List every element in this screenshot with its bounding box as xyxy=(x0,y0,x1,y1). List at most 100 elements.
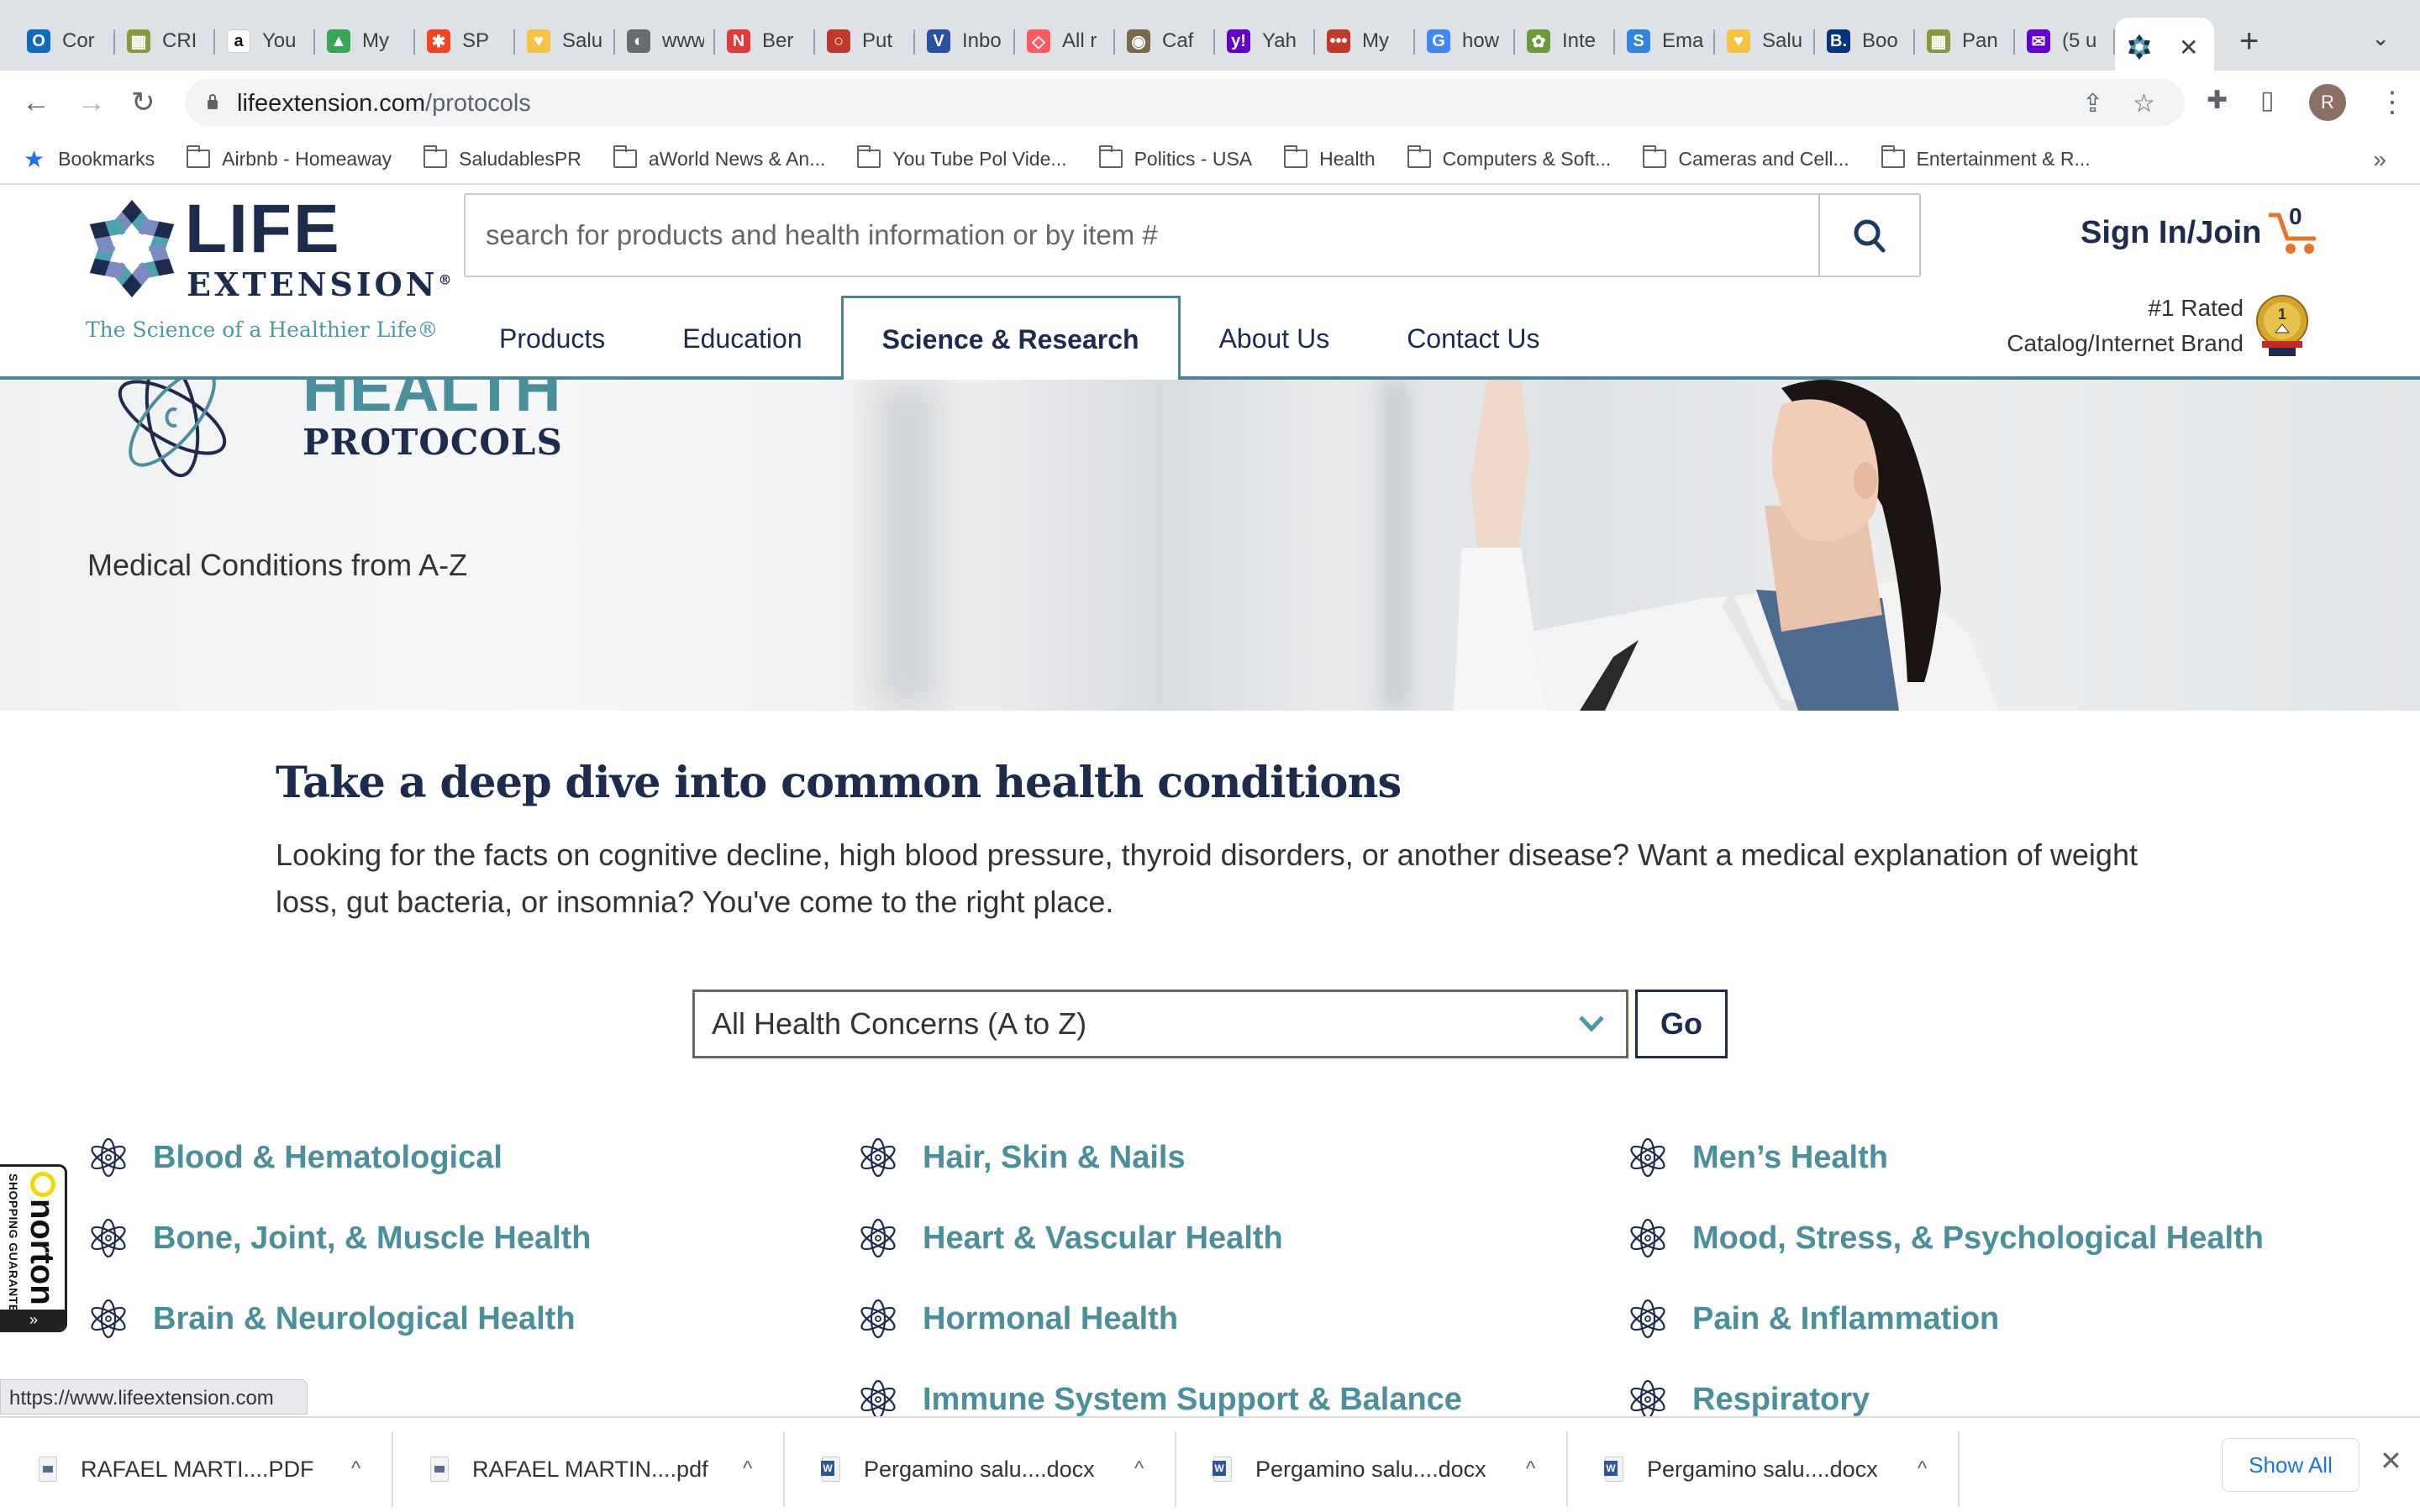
browser-tab[interactable]: ▲ My xyxy=(315,18,415,65)
close-download-bar-icon[interactable]: ✕ xyxy=(2380,1445,2402,1477)
lastpass-icon: ••• xyxy=(1327,29,1350,53)
logo-registered-mark: ® xyxy=(438,271,455,288)
download-bar: Show All ✕ RAFAEL MARTI....PDF ^ RAFAEL MA… xyxy=(0,1416,2420,1512)
forward-button[interactable]: → xyxy=(77,86,106,119)
download-item[interactable]: Pergamino salu....docx ^ xyxy=(1566,1431,1960,1507)
tab-title: (5 u xyxy=(2062,29,2097,52)
category-link[interactable]: Hormonal Health xyxy=(857,1294,1178,1344)
browser-tab[interactable]: ▦ CRI xyxy=(115,18,215,65)
word-file-icon xyxy=(1213,1457,1232,1482)
bookmark-label: Computers & Soft... xyxy=(1442,147,1612,170)
extensions-puzzle-icon[interactable]: ✚ xyxy=(2207,86,2228,115)
bookmark-folder[interactable]: Politics - USA xyxy=(1098,145,1252,171)
bookmark-star-icon[interactable]: ☆ xyxy=(2133,89,2155,118)
search-button[interactable] xyxy=(1818,195,1919,276)
tab-search-button[interactable]: ⌄ xyxy=(2371,25,2390,51)
reload-button[interactable]: ↻ xyxy=(131,86,155,119)
bookmark-folder[interactable]: Airbnb - Homeaway xyxy=(187,145,392,171)
browser-tab-strip: O Cor ▦ CRI a You ▲ My ✱ SP ♥ Salu ◐ www N Ber ○ Put V Inbo… xyxy=(0,0,2420,76)
download-item[interactable]: RAFAEL MARTIN....pdf ^ xyxy=(392,1431,785,1507)
address-bar[interactable]: lifeextension.com/protocols ⇪ ☆ xyxy=(185,79,2185,126)
browser-tab[interactable]: ♥ Salu xyxy=(515,18,615,65)
category-link[interactable]: Men’s Health xyxy=(1627,1132,1888,1183)
download-options-caret-icon[interactable]: ^ xyxy=(1918,1457,1927,1481)
airbnb-icon: ◇ xyxy=(1027,29,1050,53)
browser-tab[interactable]: S Ema xyxy=(1615,18,1715,65)
norton-expand-icon[interactable]: » xyxy=(0,1310,65,1330)
nav-education[interactable]: Education xyxy=(644,297,840,380)
browser-tab[interactable]: ✉ (5 u xyxy=(2015,18,2115,65)
tab-title: My xyxy=(1362,29,1389,52)
category-link[interactable]: Mood, Stress, & Psychological Health xyxy=(1627,1213,2264,1263)
browser-tab[interactable]: y! Yah xyxy=(1215,18,1315,65)
side-panel-icon[interactable]: ▯ xyxy=(2260,86,2275,115)
norton-check-icon xyxy=(30,1172,55,1197)
download-options-caret-icon[interactable]: ^ xyxy=(743,1457,752,1481)
browser-tab[interactable]: N Ber xyxy=(715,18,815,65)
bookmark-folder[interactable]: Computers & Soft... xyxy=(1407,145,1612,171)
category-link[interactable]: Pain & Inflammation xyxy=(1627,1294,1999,1344)
hero-background-blur xyxy=(1378,380,1412,711)
download-options-caret-icon[interactable]: ^ xyxy=(351,1457,360,1481)
browser-tab[interactable]: V Inbo xyxy=(915,18,1015,65)
sign-in-link[interactable]: Sign In/Join xyxy=(2081,215,2261,251)
browser-tab[interactable]: ○ Put xyxy=(815,18,915,65)
browser-toolbar: ← → ↻ lifeextension.com/protocols ⇪ ☆ ✚ … xyxy=(0,71,2420,134)
browser-tab[interactable]: B. Boo xyxy=(1815,18,1915,65)
bookmark-folder[interactable]: You Tube Pol Vide... xyxy=(857,145,1067,171)
download-item[interactable]: Pergamino salu....docx ^ xyxy=(1175,1431,1568,1507)
bookmarks-menu[interactable]: ★ Bookmarks xyxy=(24,145,155,173)
go-button[interactable]: Go xyxy=(1635,990,1728,1058)
bookmark-folder[interactable]: Health xyxy=(1284,145,1376,171)
download-item[interactable]: Pergamino salu....docx ^ xyxy=(783,1431,1176,1507)
norton-badge[interactable]: norton SHOPPING GUARANTEE » xyxy=(0,1164,67,1332)
category-link[interactable]: Blood & Hematological xyxy=(87,1132,502,1183)
browser-tab[interactable]: ✿ Inte xyxy=(1515,18,1615,65)
download-item[interactable]: RAFAEL MARTI....PDF ^ xyxy=(0,1431,393,1507)
browser-tab[interactable]: ◉ Caf xyxy=(1115,18,1215,65)
bookmark-folder[interactable]: aWorld News & An... xyxy=(613,145,825,171)
bookmark-label: Entertainment & R... xyxy=(1916,147,2091,170)
rated-line-2: Catalog/Internet Brand xyxy=(2007,330,2244,356)
show-all-downloads-button[interactable]: Show All xyxy=(2222,1438,2360,1492)
browser-tab[interactable]: ✱ SP xyxy=(415,18,515,65)
bookmarks-overflow-button[interactable]: » xyxy=(2373,146,2386,173)
browser-tab[interactable]: ▦ Pan xyxy=(1915,18,2015,65)
bookmark-folder[interactable]: Cameras and Cell... xyxy=(1643,145,1849,171)
browser-tab[interactable]: ••• My xyxy=(1315,18,1415,65)
browser-tab[interactable]: ◐ www xyxy=(615,18,715,65)
atom-icon xyxy=(860,1379,896,1420)
bookmark-folder[interactable]: Entertainment & R... xyxy=(1881,145,2091,171)
browser-tab-active[interactable]: ✕ xyxy=(2115,18,2214,76)
browser-tab[interactable]: ◇ All r xyxy=(1015,18,1115,65)
nav-science-research[interactable]: Science & Research xyxy=(840,296,1181,381)
tab-title: SP xyxy=(462,29,490,52)
category-link[interactable]: Hair, Skin & Nails xyxy=(857,1132,1186,1183)
category-link[interactable]: Bone, Joint, & Muscle Health xyxy=(87,1213,592,1263)
back-button[interactable]: ← xyxy=(22,86,50,119)
profile-avatar[interactable]: R xyxy=(2309,84,2346,121)
search-input[interactable] xyxy=(466,195,1820,276)
new-tab-button[interactable]: + xyxy=(2239,24,2259,58)
nav-products[interactable]: Products xyxy=(460,297,644,380)
close-tab-icon[interactable]: ✕ xyxy=(2179,34,2198,61)
nav-about-us[interactable]: About Us xyxy=(1181,297,1369,380)
category-link[interactable]: Heart & Vascular Health xyxy=(857,1213,1283,1263)
tab-title: All r xyxy=(1062,29,1097,52)
category-link[interactable]: Brain & Neurological Health xyxy=(87,1294,576,1344)
nav-contact-us[interactable]: Contact Us xyxy=(1368,297,1578,380)
download-filename: Pergamino salu....docx xyxy=(864,1456,1095,1482)
download-options-caret-icon[interactable]: ^ xyxy=(1134,1457,1144,1481)
google-drive-icon: ▲ xyxy=(327,29,350,53)
bookmark-folder[interactable]: SaludablesPR xyxy=(424,145,581,171)
pdf-file-icon xyxy=(430,1457,449,1482)
browser-tab[interactable]: a You xyxy=(215,18,315,65)
browser-tab[interactable]: Ghow xyxy=(1415,18,1515,65)
browser-menu-icon[interactable]: ⋮ xyxy=(2378,86,2407,119)
health-concern-select[interactable]: All Health Concerns (A to Z) xyxy=(692,990,1628,1058)
share-icon[interactable]: ⇪ xyxy=(2082,89,2103,118)
download-options-caret-icon[interactable]: ^ xyxy=(1526,1457,1535,1481)
browser-tab[interactable]: ♥ Salu xyxy=(1715,18,1815,65)
browser-tab[interactable]: O Cor xyxy=(15,18,115,65)
folder-icon xyxy=(1284,145,1308,168)
